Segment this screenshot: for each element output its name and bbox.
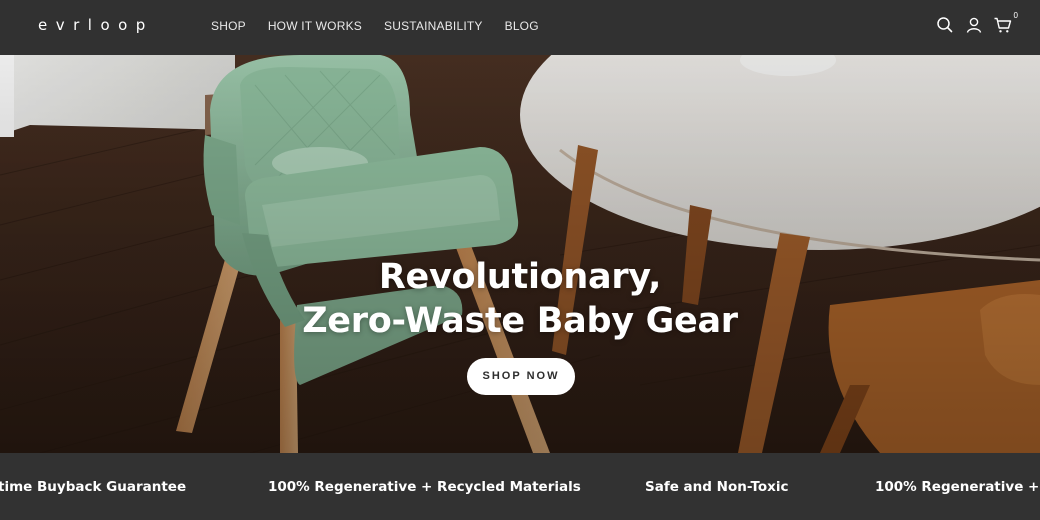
nav-link-blog[interactable]: BLOG <box>505 18 539 34</box>
shop-now-button[interactable]: SHOP NOW <box>467 358 575 395</box>
top-navigation-bar: evrloop SHOP HOW IT WORKS SUSTAINABILITY… <box>0 0 1040 55</box>
ticker-item-materials-repeat: 100% Regenerative + Rec <box>875 479 1040 495</box>
cart-count-badge: 0 <box>1013 11 1018 20</box>
benefits-ticker: time Buyback Guarantee 100% Regenerative… <box>0 453 1040 520</box>
ticker-item-safe: Safe and Non-Toxic <box>645 479 789 495</box>
brand-logo[interactable]: evrloop <box>38 16 154 34</box>
hero-banner: Revolutionary, Zero-Waste Baby Gear SHOP… <box>0 55 1040 453</box>
search-icon[interactable] <box>934 14 956 36</box>
ticker-item-buyback: time Buyback Guarantee <box>0 479 187 495</box>
nav-link-sustainability[interactable]: SUSTAINABILITY <box>384 18 483 34</box>
nav-link-how-it-works[interactable]: HOW IT WORKS <box>268 18 362 34</box>
nav-link-shop[interactable]: SHOP <box>211 18 246 34</box>
hero-title-line-2: Zero-Waste Baby Gear <box>302 301 738 341</box>
ticker-item-materials: 100% Regenerative + Recycled Materials <box>268 479 581 495</box>
main-menu: SHOP HOW IT WORKS SUSTAINABILITY BLOG <box>211 18 561 34</box>
nav-icons: 0 <box>927 11 1018 36</box>
account-icon[interactable] <box>963 14 985 36</box>
hero-title-line-1: Revolutionary, <box>378 257 662 297</box>
cart-icon[interactable]: 0 <box>992 11 1018 36</box>
